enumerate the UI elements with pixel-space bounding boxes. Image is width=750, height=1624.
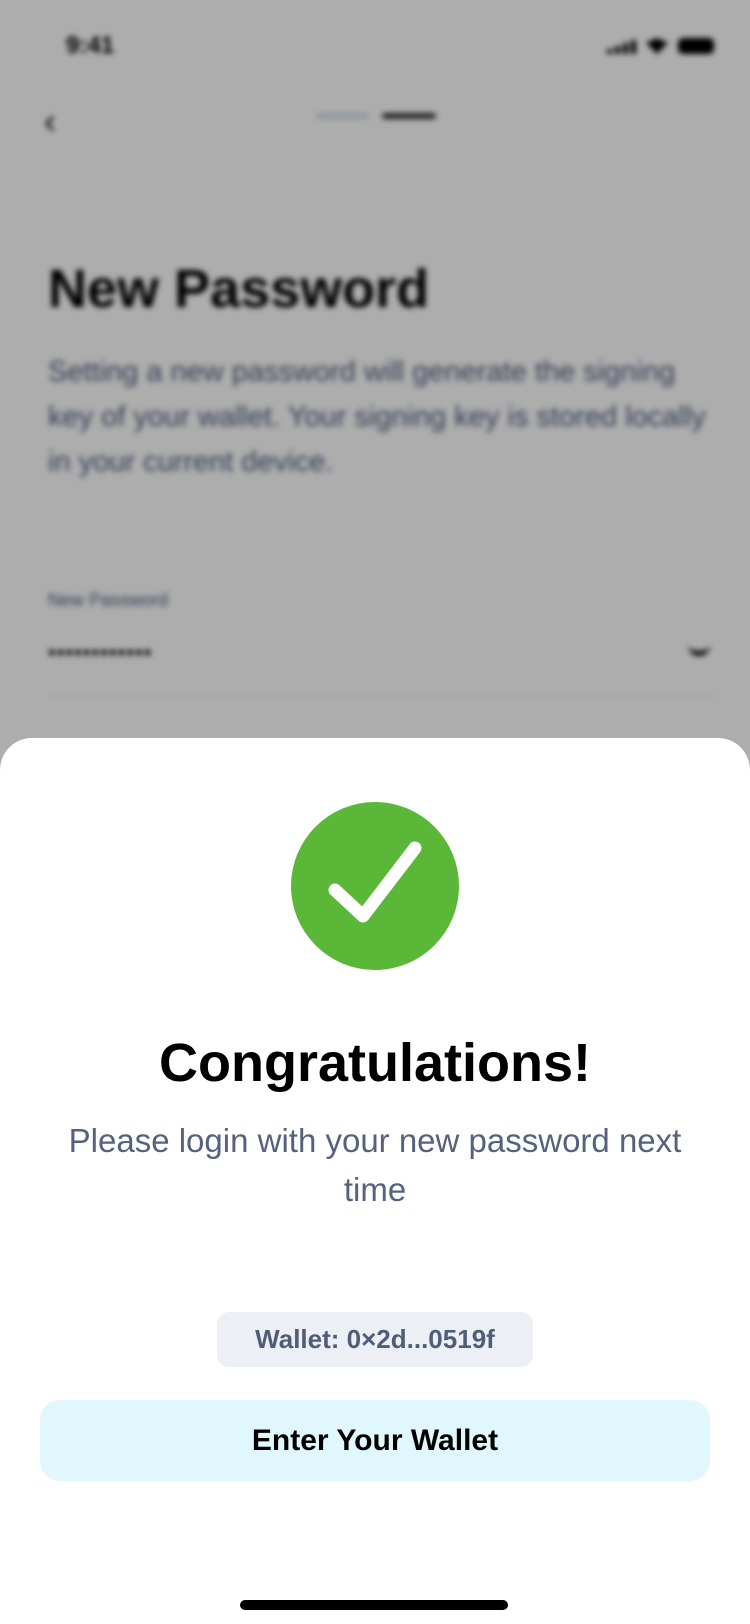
- success-check-icon: [291, 802, 459, 970]
- success-title: Congratulations!: [159, 1033, 591, 1093]
- wallet-address-badge: Wallet: 0×2d...0519f: [217, 1312, 533, 1367]
- success-subtitle: Please login with your new password next…: [68, 1122, 682, 1208]
- home-indicator[interactable]: [240, 1600, 508, 1610]
- enter-wallet-button[interactable]: Enter Your Wallet: [40, 1400, 710, 1481]
- success-sheet: Congratulations! Please login with your …: [0, 738, 750, 1624]
